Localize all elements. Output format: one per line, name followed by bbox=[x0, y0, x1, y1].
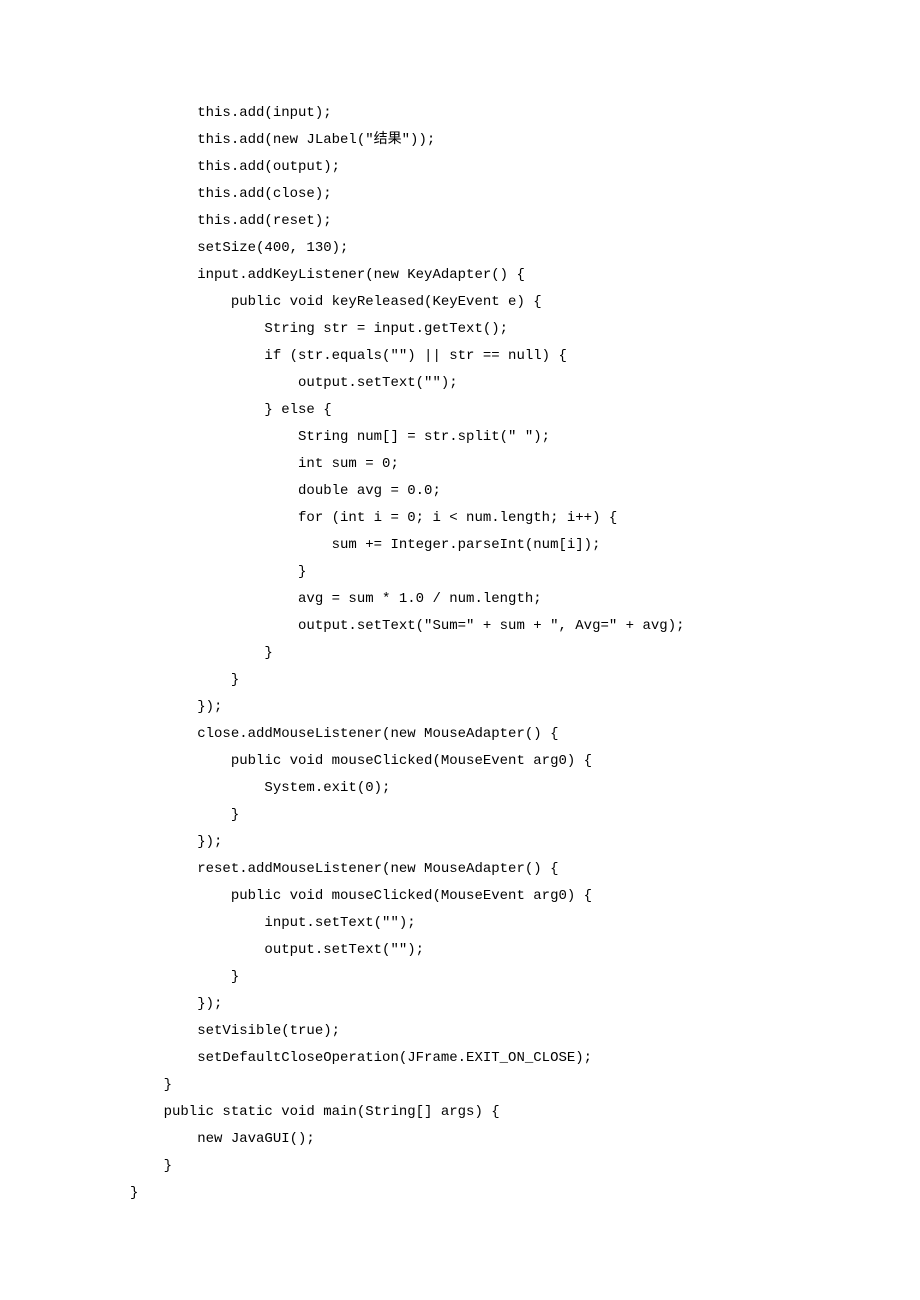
code-block: this.add(input); this.add(new JLabel("结果… bbox=[0, 0, 920, 1207]
